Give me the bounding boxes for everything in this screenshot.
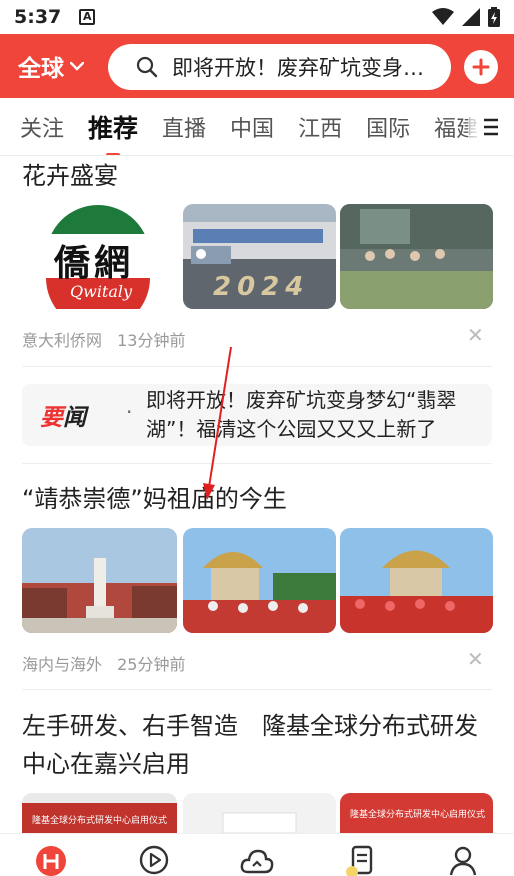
headline-card[interactable]: 要闻 · 即将开放！废弃矿坑变身梦幻“翡翠湖”！福清这个公园又又又上新了: [22, 384, 492, 446]
menu-icon: [484, 118, 498, 135]
search-icon: [136, 56, 158, 78]
nav-cloud[interactable]: [237, 844, 277, 876]
channel-tabs: 关注 推荐 直播 中国 江西 国际 福建: [0, 98, 514, 156]
feed-divider: [22, 689, 492, 690]
search-input[interactable]: 即将开放！废弃矿坑变身梦幻“翡翠湖”: [108, 44, 451, 90]
article-thumbnail-logo[interactable]: 僑網 Qwitaly: [22, 204, 177, 309]
home-icon: [36, 846, 67, 876]
article-time: 13分钟前: [117, 331, 186, 350]
tab-international[interactable]: 国际: [366, 111, 410, 143]
nav-news[interactable]: [340, 844, 380, 876]
article-thumbnail-3[interactable]: [340, 528, 493, 633]
article-thumbnail-3[interactable]: [340, 204, 493, 309]
wifi-icon: [432, 8, 454, 25]
article-thumbnail-2[interactable]: [183, 528, 336, 633]
cloud-icon: [240, 849, 274, 874]
top-app-bar: 全球 即将开放！废弃矿坑变身梦幻“翡翠湖”: [0, 34, 514, 98]
separator-dot: ·: [126, 400, 133, 424]
pavilion-red-crowd-image: [340, 528, 493, 633]
channel-menu-button[interactable]: [468, 98, 514, 155]
tab-follow[interactable]: 关注: [20, 111, 64, 143]
article-thumbnail-1[interactable]: [22, 528, 177, 633]
battery-icon: [488, 7, 500, 27]
article-thumbnail-2[interactable]: 2024: [183, 204, 336, 309]
article-title[interactable]: “靖恭崇德”妈祖庙的今生: [22, 480, 287, 518]
article-title[interactable]: 左手研发、右手智造 隆基全球分布式研发中心在嘉兴启用: [22, 707, 492, 783]
article-title[interactable]: 花卉盛宴: [22, 157, 118, 195]
lobby-image: [183, 793, 336, 833]
headline-text: 即将开放！废弃矿坑变身梦幻“翡翠湖”！福清这个公园又又又上新了: [146, 388, 457, 441]
thumb-caption: 隆基全球分布式研发中心启用仪式: [350, 810, 486, 820]
tab-live[interactable]: 直播: [162, 111, 206, 143]
article-meta: 意大利侨网 13分钟前: [22, 327, 185, 351]
feed-divider: [22, 366, 492, 367]
region-label: 全球: [18, 56, 64, 82]
article-source: 海内与海外: [22, 655, 103, 674]
add-button[interactable]: [464, 50, 498, 84]
signal-icon: [462, 8, 480, 26]
news-feed: 花卉盛宴 僑網 Qwitaly 2024 意大利侨网 13分钟前 ✕ 要闻 · …: [0, 157, 514, 833]
search-query-text: 即将开放！废弃矿坑变身梦幻“翡翠湖”: [172, 56, 442, 80]
tab-jiangxi[interactable]: 江西: [298, 111, 342, 143]
pavilion-crowd-image: [183, 528, 336, 633]
logo-subtext: Qwitaly: [70, 282, 133, 301]
article-thumbnail-3[interactable]: 隆基全球分布式研发中心启用仪式: [340, 793, 493, 833]
status-bar: 5:37 A: [0, 0, 514, 34]
article-meta: 海内与海外 25分钟前: [22, 651, 185, 675]
profile-icon: [449, 846, 476, 876]
nav-video[interactable]: [134, 844, 174, 876]
region-selector[interactable]: 全球: [18, 49, 84, 83]
tab-recommend[interactable]: 推荐: [88, 109, 138, 155]
news-list-icon: [345, 845, 372, 876]
dismiss-article-button[interactable]: ✕: [467, 647, 484, 671]
nav-home[interactable]: [31, 844, 71, 876]
thumb-banner-text: 2024: [213, 272, 310, 302]
logo-text: 僑網: [54, 242, 135, 284]
article-thumbnail-2[interactable]: [183, 793, 336, 833]
chevron-down-icon: [70, 61, 84, 71]
tab-china[interactable]: 中国: [230, 111, 274, 143]
bottom-navigation: [0, 833, 514, 876]
headline-tag-red: 要: [40, 405, 63, 431]
video-play-icon: [139, 845, 169, 875]
article-thumbnail-1[interactable]: 隆基全球分布式研发中心启用仪式: [22, 793, 177, 833]
dismiss-article-button[interactable]: ✕: [467, 323, 484, 347]
status-time: 5:37: [14, 6, 62, 28]
article-time: 25分钟前: [117, 655, 186, 674]
notification-a-icon: A: [79, 9, 96, 25]
temple-statue-image: [22, 528, 177, 633]
article-source: 意大利侨网: [22, 331, 103, 350]
headline-tag: 要闻: [40, 398, 86, 432]
thumb-caption: 隆基全球分布式研发中心启用仪式: [32, 816, 168, 826]
nav-profile[interactable]: [443, 844, 483, 876]
headline-tag-black: 闻: [63, 405, 86, 431]
greenhouse-visitors-image: [340, 204, 493, 309]
feed-divider: [22, 463, 492, 464]
plus-icon: [472, 58, 490, 76]
